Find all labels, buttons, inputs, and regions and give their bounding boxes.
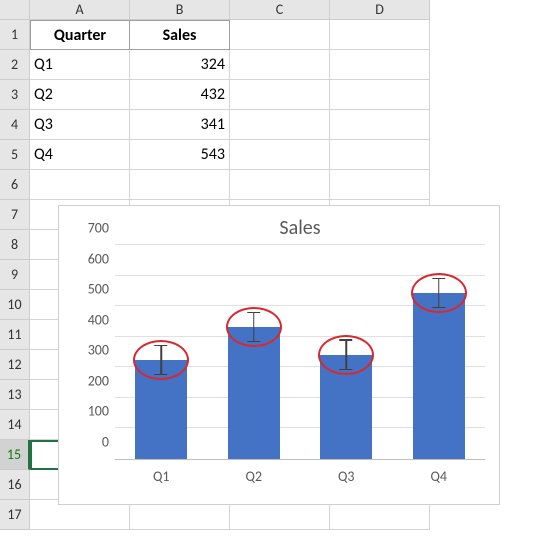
cell-A6[interactable] bbox=[30, 170, 130, 200]
row-head-16[interactable]: 16 bbox=[0, 470, 30, 500]
cell-C1[interactable] bbox=[230, 20, 330, 50]
gridline bbox=[115, 244, 485, 245]
gridline bbox=[115, 275, 485, 276]
error-bar-Q3[interactable] bbox=[346, 339, 348, 370]
row-head-6[interactable]: 6 bbox=[0, 170, 30, 200]
row-head-10[interactable]: 10 bbox=[0, 290, 30, 320]
row-head-4[interactable]: 4 bbox=[0, 110, 30, 140]
cell-D4[interactable] bbox=[330, 110, 430, 140]
row-head-8[interactable]: 8 bbox=[0, 230, 30, 260]
cell-D2[interactable] bbox=[330, 50, 430, 80]
row-head-15[interactable]: 15 bbox=[0, 440, 30, 470]
row-head-1[interactable]: 1 bbox=[0, 20, 30, 50]
error-bar-Q2[interactable] bbox=[253, 312, 255, 343]
cell-A4[interactable]: Q3 bbox=[30, 110, 130, 140]
x-tick-label: Q2 bbox=[214, 468, 294, 485]
col-head-D[interactable]: D bbox=[330, 0, 430, 20]
cell-C4[interactable] bbox=[230, 110, 330, 140]
error-bar-Q4[interactable] bbox=[438, 278, 440, 309]
row-head-17[interactable]: 17 bbox=[0, 500, 30, 530]
y-tick-label: 200 bbox=[75, 372, 109, 389]
cell-D1[interactable] bbox=[330, 20, 430, 50]
row-head-14[interactable]: 14 bbox=[0, 410, 30, 440]
cell-C2[interactable] bbox=[230, 50, 330, 80]
y-tick-label: 400 bbox=[75, 311, 109, 328]
cell-A2[interactable]: Q1 bbox=[30, 50, 130, 80]
cell-B3[interactable]: 432 bbox=[130, 80, 230, 110]
cell-D3[interactable] bbox=[330, 80, 430, 110]
cell-B5[interactable]: 543 bbox=[130, 140, 230, 170]
row-head-2[interactable]: 2 bbox=[0, 50, 30, 80]
cell-D6[interactable] bbox=[330, 170, 430, 200]
cell-B2[interactable]: 324 bbox=[130, 50, 230, 80]
col-head-B[interactable]: B bbox=[130, 0, 230, 20]
y-tick-label: 100 bbox=[75, 403, 109, 420]
cell-D5[interactable] bbox=[330, 140, 430, 170]
x-tick-label: Q1 bbox=[121, 468, 201, 485]
error-bar-Q1[interactable] bbox=[161, 345, 163, 376]
cell-C3[interactable] bbox=[230, 80, 330, 110]
cell-C5[interactable] bbox=[230, 140, 330, 170]
x-tick-label: Q3 bbox=[306, 468, 386, 485]
y-tick-label: 300 bbox=[75, 342, 109, 359]
row-head-13[interactable]: 13 bbox=[0, 380, 30, 410]
cell-A3[interactable]: Q2 bbox=[30, 80, 130, 110]
cell-C6[interactable] bbox=[230, 170, 330, 200]
chart-plot-area[interactable]: 0100200300400500600700Q1Q2Q3Q4 bbox=[115, 246, 485, 460]
row-head-7[interactable]: 7 bbox=[0, 200, 30, 230]
select-all-corner[interactable] bbox=[0, 0, 30, 20]
cell-A5[interactable]: Q4 bbox=[30, 140, 130, 170]
cell-B1[interactable]: Sales bbox=[130, 20, 230, 50]
bar-Q4[interactable] bbox=[413, 293, 465, 459]
row-head-12[interactable]: 12 bbox=[0, 350, 30, 380]
col-head-C[interactable]: C bbox=[230, 0, 330, 20]
chart-object[interactable]: Sales 0100200300400500600700Q1Q2Q3Q4 bbox=[58, 205, 500, 505]
cell-A1[interactable]: Quarter bbox=[30, 20, 130, 50]
row-head-3[interactable]: 3 bbox=[0, 80, 30, 110]
chart-title[interactable]: Sales bbox=[115, 216, 485, 240]
x-tick-label: Q4 bbox=[399, 468, 479, 485]
y-tick-label: 0 bbox=[75, 434, 109, 451]
col-head-A[interactable]: A bbox=[30, 0, 130, 20]
row-head-5[interactable]: 5 bbox=[0, 140, 30, 170]
cell-B4[interactable]: 341 bbox=[130, 110, 230, 140]
row-head-9[interactable]: 9 bbox=[0, 260, 30, 290]
cell-B6[interactable] bbox=[130, 170, 230, 200]
y-tick-label: 600 bbox=[75, 250, 109, 267]
bar-Q2[interactable] bbox=[228, 327, 280, 459]
y-tick-label: 500 bbox=[75, 281, 109, 298]
bar-Q3[interactable] bbox=[320, 355, 372, 459]
row-head-11[interactable]: 11 bbox=[0, 320, 30, 350]
y-tick-label: 700 bbox=[75, 220, 109, 237]
